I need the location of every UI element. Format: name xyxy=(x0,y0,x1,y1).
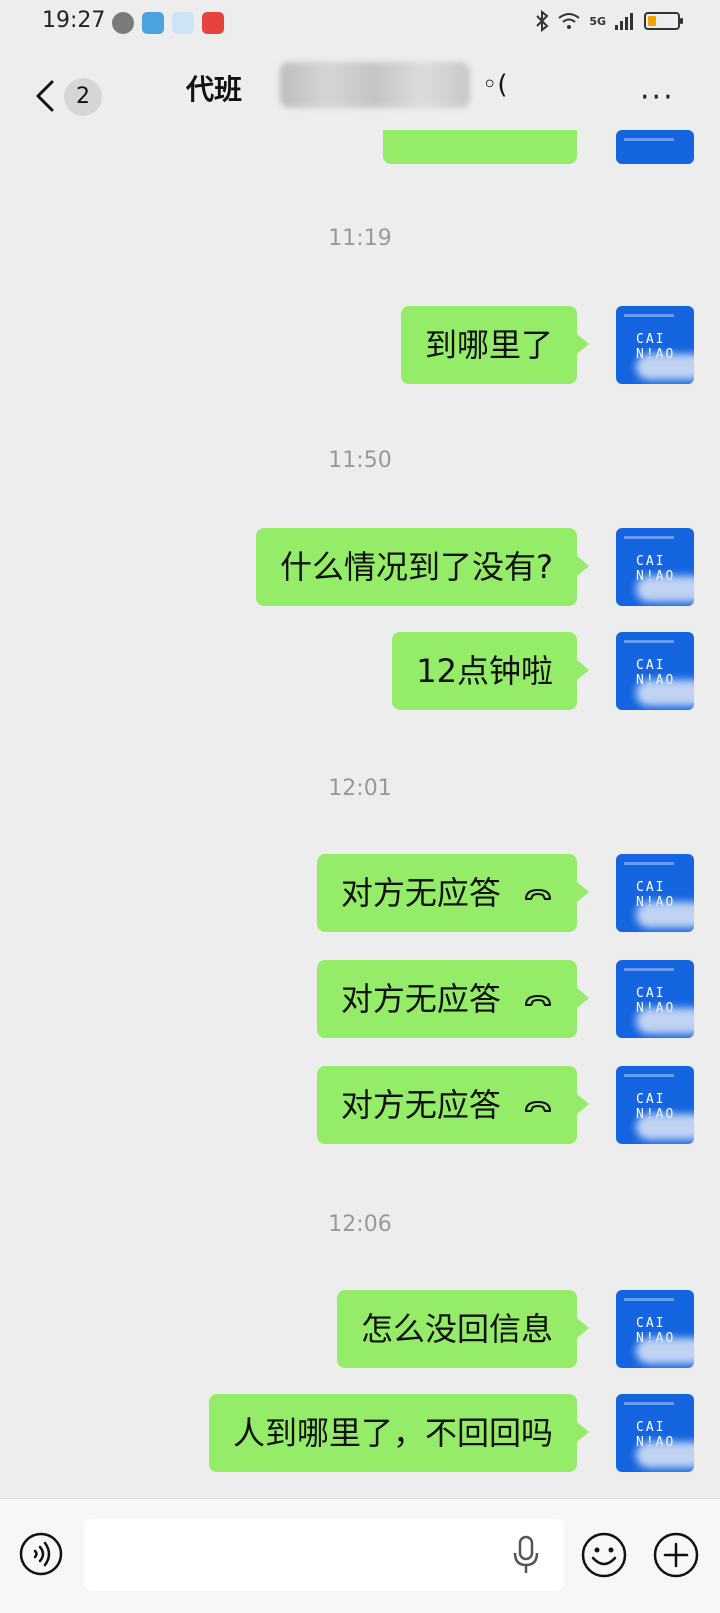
partial-bubble xyxy=(383,130,577,164)
plus-icon[interactable] xyxy=(652,1531,700,1579)
status-bar: 19:27 5G xyxy=(0,0,720,46)
call-bubble[interactable]: 对方无应答 xyxy=(316,854,590,932)
call-status: 对方无应答 xyxy=(340,980,501,1018)
message-bubble[interactable]: 怎么没回信息 xyxy=(336,1290,590,1368)
status-right: 5G xyxy=(535,10,683,32)
voice-icon[interactable] xyxy=(18,1531,64,1577)
more-button[interactable]: ··· xyxy=(640,80,675,115)
avatar[interactable]: CAIN!AO xyxy=(616,1394,694,1472)
wifi-icon xyxy=(558,13,580,29)
avatar[interactable]: CAIN!AO xyxy=(616,528,694,606)
app-red-icon xyxy=(202,12,224,34)
mic-icon[interactable] xyxy=(512,1535,540,1575)
chat-title: 代班 xyxy=(186,73,243,106)
unread-count-badge[interactable]: 2 xyxy=(64,78,102,116)
call-bubble[interactable]: 对方无应答 xyxy=(316,1066,590,1144)
avatar[interactable]: CAIN!AO xyxy=(616,960,694,1038)
timestamp: 12:06 xyxy=(328,1212,392,1237)
notification-icons xyxy=(112,12,224,34)
message-bubble[interactable]: 人到哪里了，不回回吗 xyxy=(208,1394,590,1472)
bluetooth-icon xyxy=(536,10,549,32)
avatar[interactable]: CAIN!AO xyxy=(616,632,694,710)
missed-call-icon xyxy=(525,1101,551,1112)
chevron-left-icon[interactable] xyxy=(26,76,66,116)
battery-icon xyxy=(644,12,683,30)
missed-call-icon xyxy=(525,995,551,1006)
timestamp: 11:19 xyxy=(328,226,392,251)
avatar[interactable]: CAIN!AO xyxy=(616,1290,694,1368)
message-bubble[interactable]: 什么情况到了没有? xyxy=(256,528,589,606)
status-time: 19:27 xyxy=(42,8,106,33)
title-decoration: ◦( xyxy=(482,70,508,100)
avatar[interactable]: CAIN!AO xyxy=(616,306,694,384)
timestamp: 11:50 xyxy=(328,448,392,473)
message-input[interactable] xyxy=(84,1519,564,1591)
avatar[interactable] xyxy=(616,130,694,164)
weather-icon xyxy=(142,12,164,34)
blurred-name xyxy=(280,62,470,108)
input-bar xyxy=(0,1498,720,1613)
message-bubble[interactable]: 12点钟啦 xyxy=(392,632,589,710)
message-bubble[interactable]: 到哪里了 xyxy=(400,306,590,384)
signal-icon xyxy=(615,13,633,30)
avatar[interactable]: CAIN!AO xyxy=(616,854,694,932)
call-status: 对方无应答 xyxy=(340,874,501,912)
network-label: 5G xyxy=(589,14,606,28)
call-bubble[interactable]: 对方无应答 xyxy=(316,960,590,1038)
avatar[interactable]: CAIN!AO xyxy=(616,1066,694,1144)
app-icon xyxy=(172,12,194,34)
missed-call-icon xyxy=(525,889,551,900)
emoji-icon[interactable] xyxy=(580,1531,628,1579)
timestamp: 12:01 xyxy=(328,776,392,801)
call-status: 对方无应答 xyxy=(340,1086,501,1124)
wechat-icon xyxy=(112,12,134,34)
